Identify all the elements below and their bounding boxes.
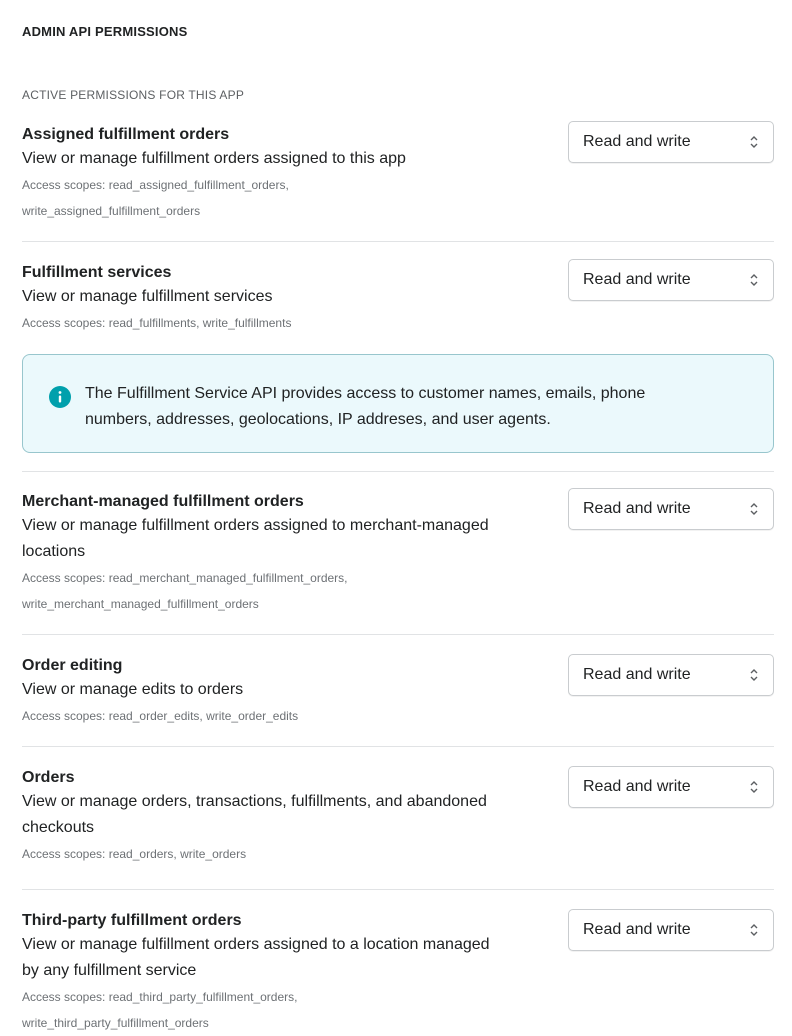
permission-description: View or manage fulfillment orders assign…: [22, 936, 490, 979]
permission-item-order-editing: Order editing View or manage edits to or…: [22, 654, 774, 729]
select-chevron-icon: [750, 136, 758, 148]
access-select-value: Read and write: [583, 666, 691, 683]
access-select[interactable]: Read and write: [568, 654, 774, 696]
permission-description: View or manage fulfillment orders assign…: [22, 517, 489, 560]
access-select[interactable]: Read and write: [568, 259, 774, 301]
permission-description: View or manage orders, transactions, ful…: [22, 793, 487, 836]
access-select-value: Read and write: [583, 500, 691, 517]
info-icon: [49, 386, 71, 408]
divider: [22, 634, 774, 635]
divider: [22, 471, 774, 472]
permissions-list: Assigned fulfillment orders View or mana…: [0, 0, 792, 1030]
select-chevron-icon: [750, 274, 758, 286]
permission-scopes: Access scopes: read_order_edits, write_o…: [22, 709, 299, 723]
permission-name: Fulfillment services: [22, 264, 172, 281]
access-select-value: Read and write: [583, 271, 691, 288]
permission-scopes: Access scopes: read_assigned_fulfillment…: [22, 178, 289, 218]
permission-name: Order editing: [22, 657, 123, 674]
permission-name: Orders: [22, 769, 75, 786]
select-chevron-icon: [750, 669, 758, 681]
divider: [22, 241, 774, 242]
permission-name: Assigned fulfillment orders: [22, 126, 230, 143]
permission-item-merchant-managed-fulfillment-orders: Merchant-managed fulfillment orders View…: [22, 488, 774, 617]
permission-scopes: Access scopes: read_third_party_fulfillm…: [22, 990, 298, 1030]
permission-name: Merchant-managed fulfillment orders: [22, 493, 304, 510]
access-select[interactable]: Read and write: [568, 488, 774, 530]
info-banner: The Fulfillment Service API provides acc…: [22, 354, 774, 453]
select-chevron-icon: [750, 924, 758, 936]
access-select-value: Read and write: [583, 133, 691, 150]
permission-item-third-party-fulfillment-orders: Third-party fulfillment orders View or m…: [22, 909, 774, 1036]
divider: [22, 746, 774, 747]
permission-description: View or manage fulfillment services: [22, 288, 273, 305]
permission-item-fulfillment-services: Fulfillment services View or manage fulf…: [22, 259, 774, 336]
permission-scopes: Access scopes: read_fulfillments, write_…: [22, 316, 292, 330]
select-chevron-icon: [750, 503, 758, 515]
select-chevron-icon: [750, 781, 758, 793]
permission-description: View or manage edits to orders: [22, 681, 244, 698]
permission-scopes: Access scopes: read_orders, write_orders: [22, 847, 247, 861]
banner-text: The Fulfillment Service API provides acc…: [85, 385, 646, 428]
access-select[interactable]: Read and write: [568, 121, 774, 163]
permission-item-assigned-fulfillment-orders: Assigned fulfillment orders View or mana…: [22, 121, 774, 224]
access-select-value: Read and write: [583, 921, 691, 938]
permission-name: Third-party fulfillment orders: [22, 912, 242, 929]
divider: [22, 889, 774, 890]
access-select[interactable]: Read and write: [568, 766, 774, 808]
permission-item-orders: Orders View or manage orders, transactio…: [22, 766, 774, 867]
permission-scopes: Access scopes: read_merchant_managed_ful…: [22, 571, 348, 611]
permission-description: View or manage fulfillment orders assign…: [22, 150, 406, 167]
access-select[interactable]: Read and write: [568, 909, 774, 951]
access-select-value: Read and write: [583, 778, 691, 795]
